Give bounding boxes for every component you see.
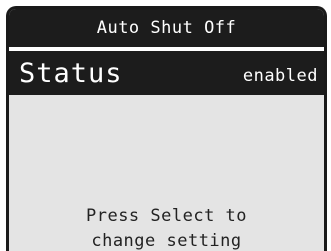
title-bar: Auto Shut Off <box>9 9 324 47</box>
lcd-screen: Auto Shut Off Status enabled Press Selec… <box>6 6 327 251</box>
content-area: Press Select to change setting <box>9 95 324 251</box>
device-frame: Auto Shut Off Status enabled Press Selec… <box>0 0 331 251</box>
instruction-line-2: change setting <box>91 231 242 251</box>
status-value: enabled <box>242 66 318 86</box>
status-setting-row[interactable]: Status enabled <box>9 51 324 95</box>
screen-title: Auto Shut Off <box>96 18 237 38</box>
instruction-line-1: Press Select to <box>85 206 248 226</box>
status-label: Status <box>19 57 123 89</box>
